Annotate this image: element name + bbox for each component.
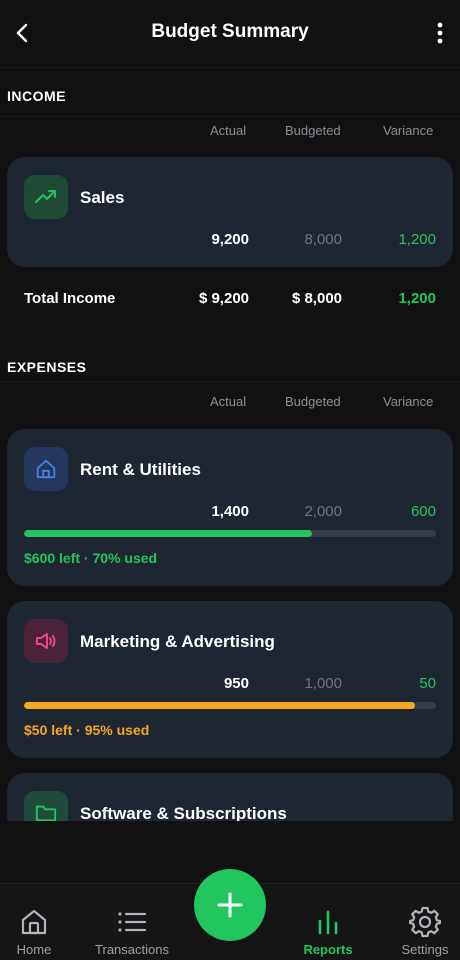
plus-icon	[217, 892, 243, 918]
col-variance: Variance	[383, 394, 434, 409]
income-section-title: INCOME	[7, 88, 66, 104]
more-options-button[interactable]	[432, 20, 448, 46]
total-income-row: Total Income $ 9,200 $ 8,000 1,200	[0, 270, 460, 330]
home-icon	[24, 447, 68, 491]
variance-value: 50	[419, 675, 436, 692]
total-variance: 1,200	[398, 290, 436, 307]
budgeted-value: 1,000	[304, 675, 342, 692]
expenses-section-title: EXPENSES	[7, 359, 87, 375]
col-budgeted: Budgeted	[285, 123, 341, 138]
category-name: Software & Subscriptions	[80, 804, 287, 821]
total-actual: $ 9,200	[198, 290, 249, 307]
expense-card-marketing[interactable]: Marketing & Advertising 950 1,000 50 $50…	[7, 601, 453, 758]
app-header: Budget Summary	[0, 0, 460, 68]
megaphone-icon	[24, 619, 68, 663]
progress-fill	[24, 530, 313, 537]
col-actual: Actual	[210, 394, 247, 409]
progress-bar	[24, 702, 436, 709]
budgeted-value: 2,000	[304, 503, 342, 520]
category-name: Rent & Utilities	[80, 460, 201, 479]
actual-value: 1,400	[211, 503, 249, 520]
total-income-label: Total Income	[24, 290, 116, 307]
page-title: Budget Summary	[151, 21, 309, 42]
gear-icon	[409, 906, 441, 938]
trending-up-icon	[24, 175, 68, 219]
total-budgeted: $ 8,000	[291, 290, 342, 307]
add-transaction-button[interactable]	[194, 869, 266, 941]
col-variance: Variance	[383, 123, 434, 138]
list-icon	[117, 906, 147, 938]
content-scroll-area[interactable]: INCOME Actual Budgeted Variance Sales 9,…	[0, 69, 460, 821]
nav-home[interactable]: Home	[7, 884, 61, 960]
home-icon	[19, 906, 49, 938]
category-name: Sales	[80, 188, 125, 207]
category-name: Marketing & Advertising	[80, 632, 275, 651]
progress-fill	[24, 702, 416, 709]
actual-value: 9,200	[211, 231, 249, 248]
budget-status-text: $600 left · 70% used	[24, 550, 158, 566]
nav-label: Settings	[401, 942, 449, 957]
progress-bar	[24, 530, 436, 537]
expense-card-rent[interactable]: Rent & Utilities 1,400 2,000 600 $600 le…	[7, 429, 453, 586]
col-actual: Actual	[210, 123, 247, 138]
income-card-sales[interactable]: Sales 9,200 8,000 1,200	[7, 157, 453, 267]
expense-card-software[interactable]: Software & Subscriptions	[7, 773, 453, 821]
variance-value: 600	[410, 503, 436, 520]
nav-label: Transactions	[95, 942, 169, 957]
more-vertical-icon	[437, 22, 443, 44]
budgeted-value: 8,000	[304, 231, 342, 248]
nav-transactions[interactable]: Transactions	[86, 884, 178, 960]
nav-label: Home	[16, 942, 52, 957]
nav-reports[interactable]: Reports	[298, 884, 358, 960]
income-column-headers: Actual Budgeted Variance	[0, 116, 460, 138]
nav-settings[interactable]: Settings	[396, 884, 454, 960]
nav-label: Reports	[303, 942, 353, 957]
actual-value: 950	[223, 675, 249, 692]
folder-icon	[24, 791, 68, 821]
col-budgeted: Budgeted	[285, 394, 341, 409]
variance-value: 1,200	[398, 231, 436, 248]
bar-chart-icon	[316, 906, 340, 938]
budget-status-text: $50 left · 95% used	[24, 722, 150, 738]
expenses-column-headers: Actual Budgeted Variance	[0, 381, 460, 409]
